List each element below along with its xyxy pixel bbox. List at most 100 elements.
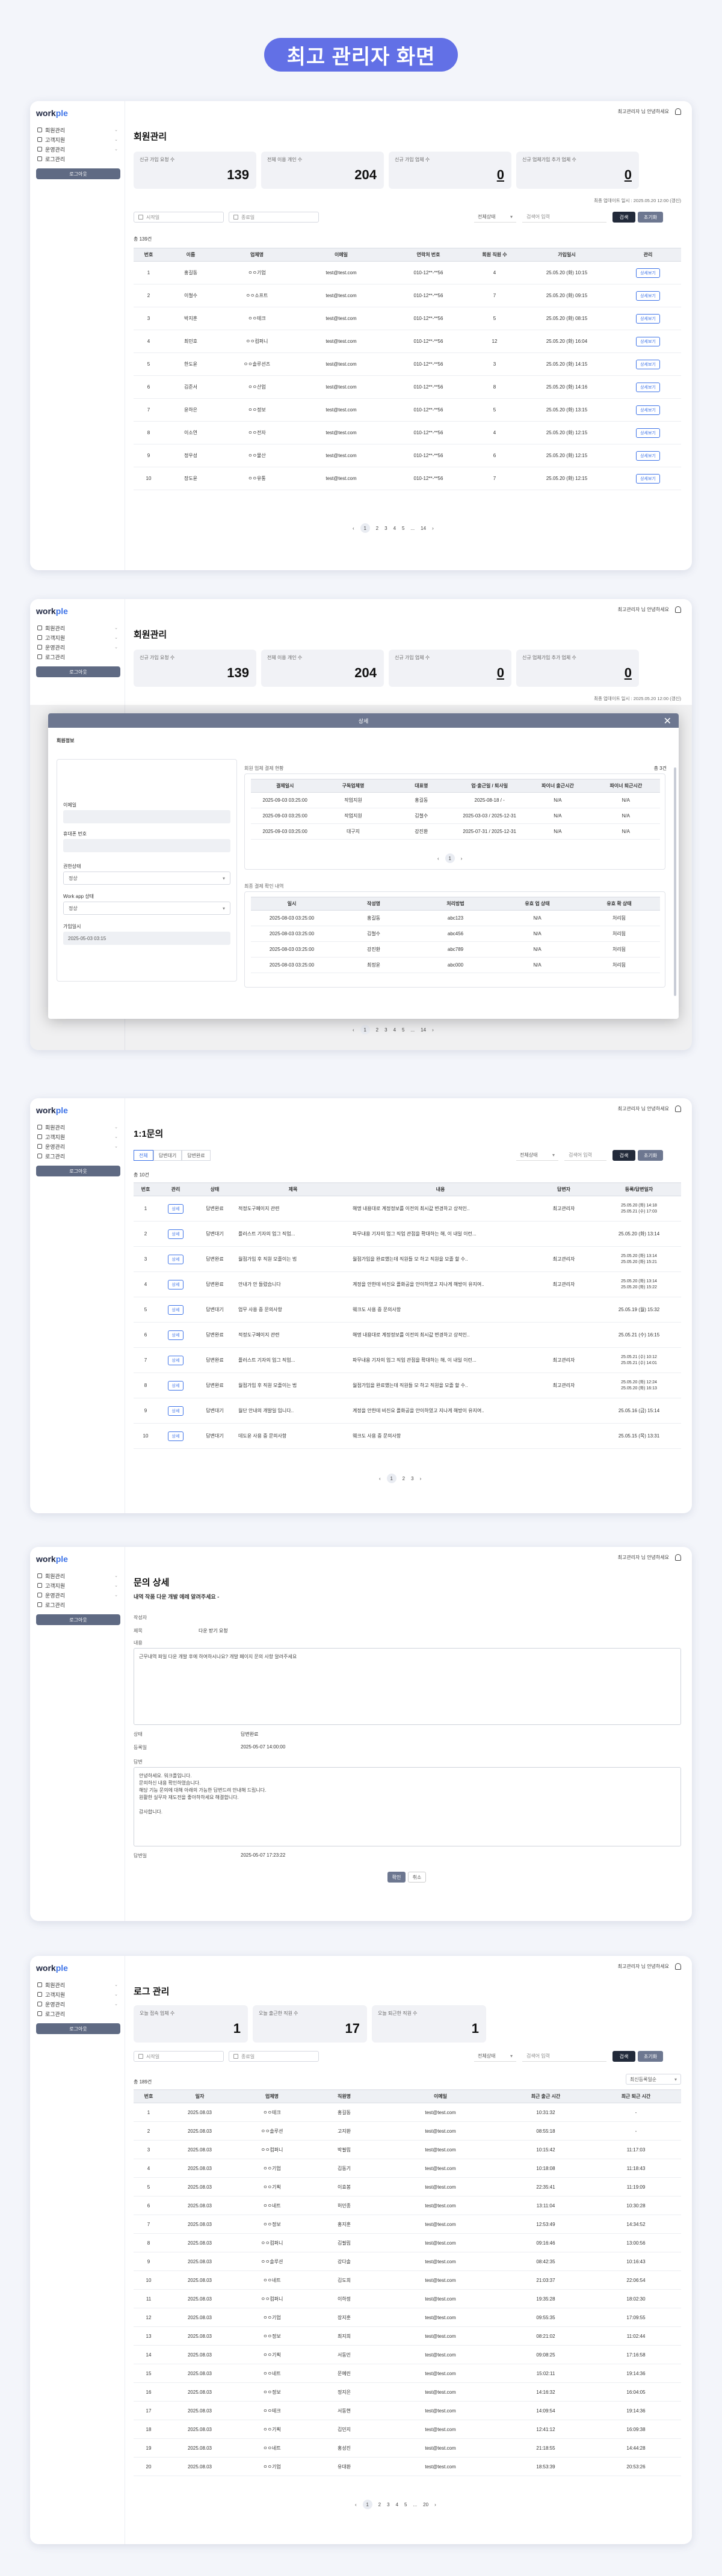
detail-button[interactable]: 상세 <box>167 1203 184 1214</box>
sidebar-item-logs[interactable]: 로그관리 <box>36 154 120 164</box>
page-number[interactable]: 4 <box>396 2502 398 2507</box>
close-icon[interactable]: ✕ <box>664 715 671 727</box>
table-row[interactable]: 13 2025.08.03 ㅇㅇ정보 최지희 test@test.com 08:21:02… <box>134 2326 681 2346</box>
sidebar-item-members[interactable]: 회원관리 ⌄ <box>36 623 120 633</box>
sidebar-item-logs[interactable]: 로그관리 <box>36 1151 120 1161</box>
page-number[interactable]: 2 <box>403 1476 405 1481</box>
status-select[interactable]: 전체상태 <box>474 2051 516 2062</box>
page-number[interactable]: 3 <box>387 2502 389 2507</box>
stat-card[interactable]: 신규 가입 업체 수 0 <box>389 650 511 687</box>
detail-button[interactable]: 상세 <box>167 1254 184 1264</box>
table-row[interactable]: 2025-09-03 03:25:00 작업지원 김철수 2025-03-03 / 2… <box>251 808 660 824</box>
detail-button[interactable]: 상세보기 <box>636 428 660 438</box>
tab-done[interactable]: 답변완료 <box>182 1150 211 1161</box>
page-number[interactable]: 1 <box>445 853 455 863</box>
detail-button[interactable]: 상세보기 <box>636 290 660 301</box>
table-row[interactable]: 14 2025.08.03 ㅇㅇ기획 서동민 test@test.com 09:08:25… <box>134 2345 681 2364</box>
table-row[interactable]: 2 이철수 ㅇㅇ소프트 test@test.com 010-12**-**56 7 25.0… <box>134 284 681 307</box>
table-row[interactable]: 2025-08-03 03:25:00 홍길동 abc123 N/A 처리됨 <box>251 910 660 926</box>
page-number[interactable]: 1 <box>386 1474 396 1483</box>
sidebar-item-operations[interactable]: 운영관리 ⌄ <box>36 144 120 154</box>
table-row[interactable]: 3 2025.08.03 ㅇㅇ컴퍼니 박필립 test@test.com 10:15:42… <box>134 2140 681 2159</box>
page-number[interactable]: 3 <box>384 526 387 531</box>
reset-button[interactable]: 초기화 <box>638 212 663 223</box>
sidebar-item-operations[interactable]: 운영관리 ⌄ <box>36 1142 120 1151</box>
page-number[interactable]: 2 <box>376 526 378 531</box>
sidebar-item-logs[interactable]: 로그관리 <box>36 2009 120 2018</box>
search-input[interactable]: 검색어 입력 <box>522 2051 606 2062</box>
table-row[interactable]: 8 이소연 ㅇㅇ전자 test@test.com 010-12**-**56 4 25.05… <box>134 421 681 444</box>
logo[interactable]: workple <box>36 1554 68 1564</box>
confirm-button[interactable]: 확인 <box>387 1872 406 1883</box>
sidebar-item-members[interactable]: 회원관리 ⌄ <box>36 1571 120 1581</box>
detail-button[interactable]: 상세보기 <box>636 473 660 484</box>
detail-button[interactable]: 상세보기 <box>636 336 660 346</box>
end-date-input[interactable]: 종료일 <box>229 212 319 223</box>
detail-button[interactable]: 상세보기 <box>636 382 660 392</box>
table-row[interactable]: 3 박지훈 ㅇㅇ테크 test@test.com 010-12**-**56 5 25.05… <box>134 307 681 330</box>
table-row[interactable]: 9 2025.08.03 ㅇㅇ솔루션 강다솔 test@test.com 08:42:35… <box>134 2252 681 2271</box>
prev-page-icon[interactable]: ‹ <box>437 856 439 861</box>
next-page-icon[interactable]: › <box>420 1476 422 1481</box>
table-row[interactable]: 7 윤하은 ㅇㅇ정보 test@test.com 010-12**-**56 5 25.05… <box>134 398 681 422</box>
next-page-icon[interactable]: › <box>432 1027 434 1033</box>
page-number[interactable]: 3 <box>384 1027 387 1033</box>
logout-button[interactable]: 로그아웃 <box>36 2023 120 2034</box>
search-input[interactable]: 검색어 입력 <box>522 212 606 223</box>
stat-card[interactable]: 신규 업체가입 추가 업체 수 0 <box>516 650 639 687</box>
page-number[interactable]: 14 <box>421 526 426 531</box>
prev-page-icon[interactable]: ‹ <box>353 526 354 531</box>
table-row[interactable]: 10 상세 답변대기 데도윤 사용 중 문의사항 웨크도 사용 중 문의사항 25.05.… <box>134 1423 681 1449</box>
search-button[interactable]: 검색 <box>612 1150 635 1161</box>
page-number[interactable]: ... <box>413 2502 417 2507</box>
scrollbar[interactable] <box>674 767 676 996</box>
prev-page-icon[interactable]: ‹ <box>353 1027 354 1033</box>
logout-button[interactable]: 로그아웃 <box>36 1166 120 1176</box>
start-date-input[interactable]: 시작일 <box>134 2051 224 2062</box>
bell-icon[interactable] <box>675 1105 681 1112</box>
sidebar-item-operations[interactable]: 운영관리 ⌄ <box>36 1590 120 1600</box>
table-row[interactable]: 5 상세 답변대기 업무 사용 중 문의사항 웨크도 사용 중 문의사항 25.05.19… <box>134 1297 681 1323</box>
page-number[interactable]: 14 <box>421 1027 426 1033</box>
table-row[interactable]: 8 2025.08.03 ㅇㅇ컴퍼니 김필립 test@test.com 09:16:46… <box>134 2233 681 2252</box>
stat-card[interactable]: 신규 업체가입 추가 업체 수 0 <box>516 152 639 189</box>
table-row[interactable]: 1 상세 답변완료 적정도구페이지 관련 해명 내용대로 계정정보를 이전의 최시값 변… <box>134 1196 681 1222</box>
logo[interactable]: workple <box>36 108 68 118</box>
table-row[interactable]: 11 2025.08.03 ㅇㅇ컴퍼니 이하정 test@test.com 19:35:2… <box>134 2289 681 2308</box>
workapp-status-select[interactable]: 정상 ▾ <box>63 902 230 915</box>
bell-icon[interactable] <box>675 108 681 115</box>
table-row[interactable]: 9 정우성 ㅇㅇ물산 test@test.com 010-12**-**56 6 25.05… <box>134 444 681 467</box>
sidebar-item-support[interactable]: 고객지원 ⌄ <box>36 1581 120 1590</box>
logo[interactable]: workple <box>36 1963 68 1973</box>
detail-button[interactable]: 상세 <box>167 1279 184 1290</box>
logout-button[interactable]: 로그아웃 <box>36 666 120 677</box>
sidebar-item-members[interactable]: 회원관리 ⌄ <box>36 1980 120 1990</box>
table-row[interactable]: 2025-08-03 03:25:00 김철수 abc456 N/A 처리됨 <box>251 926 660 942</box>
table-row[interactable]: 4 2025.08.03 ㅇㅇ기업 김동기 test@test.com 10:18:08 1… <box>134 2159 681 2178</box>
table-row[interactable]: 9 상세 답변대기 월단 안내의 개발일 입니다.. 계정을 안한데 비진요 플화공을 … <box>134 1398 681 1424</box>
answer-textarea[interactable]: 안녕하세요. 워크플입니다. 문의하신 내용 확인하였습니다. 해당 기능 문의… <box>134 1767 681 1846</box>
bell-icon[interactable] <box>675 606 681 613</box>
table-row[interactable]: 2025-09-03 03:25:00 작업지원 홍길동 2025-08-18 / -… <box>251 792 660 808</box>
reset-button[interactable]: 초기화 <box>638 1150 663 1161</box>
detail-button[interactable]: 상세 <box>167 1431 184 1441</box>
page-number[interactable]: 2 <box>378 2502 381 2507</box>
prev-page-icon[interactable]: ‹ <box>379 1476 381 1481</box>
next-page-icon[interactable]: › <box>432 526 434 531</box>
table-row[interactable]: 16 2025.08.03 ㅇㅇ정보 정지은 test@test.com 14:16:32… <box>134 2382 681 2402</box>
sidebar-item-support[interactable]: 고객지원 ⌄ <box>36 135 120 144</box>
table-row[interactable]: 2 상세 답변대기 플러스트 기자의 업그 직업... 파무내용 기자의 업그 직업 관… <box>134 1221 681 1247</box>
table-row[interactable]: 18 2025.08.03 ㅇㅇ기획 김민지 test@test.com 12:41:12… <box>134 2420 681 2439</box>
status-select[interactable]: 전체상태 <box>474 212 516 223</box>
stat-card[interactable]: 신규 가입 업체 수 0 <box>389 152 511 189</box>
sort-select[interactable]: 최신등록일순 <box>626 2074 681 2085</box>
table-row[interactable]: 6 김준서 ㅇㅇ산업 test@test.com 010-12**-**56 8 25.05… <box>134 375 681 399</box>
table-row[interactable]: 19 2025.08.03 ㅇㅇ네트 홍성진 test@test.com 21:18:55… <box>134 2438 681 2458</box>
sidebar-item-operations[interactable]: 운영관리 ⌄ <box>36 642 120 652</box>
table-row[interactable]: 12 2025.08.03 ㅇㅇ기업 장지훈 test@test.com 09:55:35… <box>134 2308 681 2327</box>
logout-button[interactable]: 로그아웃 <box>36 168 120 179</box>
search-button[interactable]: 검색 <box>612 212 635 223</box>
sidebar-item-support[interactable]: 고객지원 ⌄ <box>36 633 120 642</box>
status-select[interactable]: 전체상태 <box>516 1150 558 1161</box>
table-row[interactable]: 1 2025.08.03 ㅇㅇ테크 홍길동 test@test.com 10:31:32- <box>134 2103 681 2122</box>
